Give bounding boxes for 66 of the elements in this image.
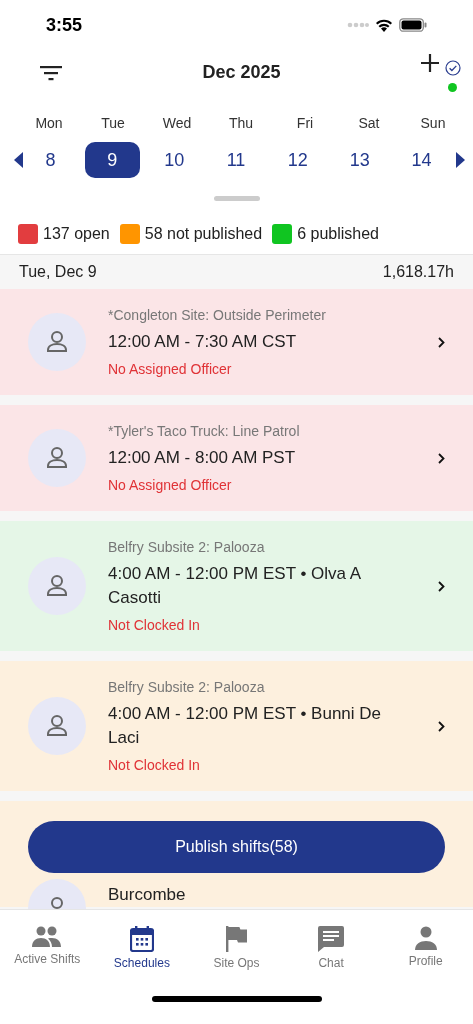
shift-site: *Tyler's Taco Truck: Line Patrol [108, 423, 300, 439]
filter-icon[interactable] [40, 64, 62, 81]
publish-button[interactable]: Publish shifts(58) [28, 821, 445, 873]
shift-alert-text: Not Clocked In [108, 617, 200, 633]
flag-icon [225, 926, 248, 952]
date-button[interactable]: 11 [208, 142, 264, 178]
weekday-label: Mon [34, 115, 64, 131]
avatar-icon [28, 429, 86, 487]
shift-site: Belfry Subsite 2: Palooza [108, 679, 265, 695]
weekday-label: Sun [419, 115, 447, 131]
shift-alert-text: No Assigned Officer [108, 477, 232, 493]
avatar-icon [28, 697, 86, 755]
tab[interactable]: Schedules [94, 926, 190, 996]
calendar-icon [129, 926, 154, 952]
shift-card[interactable]: *Congleton Site: Outside Perimeter 12:00 AM - 7:30 AM CST No Assigned Officer [0, 289, 473, 395]
shift-card[interactable]: Belfry Subsite 2: Palooza 4:00 AM - 12:00 PM EST • Olva A Casotti Not Clocked In [0, 521, 473, 651]
previous-week-icon[interactable] [14, 152, 23, 168]
shift-card[interactable]: Belfry Subsite 2: Palooza 4:00 AM - 12:00 PM EST • Bunni De Laci Not Clocked In [0, 661, 473, 791]
chevron-right-icon [438, 336, 445, 348]
tab[interactable]: Profile [378, 926, 473, 996]
weekday-label: Tue [100, 115, 126, 131]
shift-time: 12:00 AM - 7:30 AM CST [108, 331, 297, 353]
battery-icon [399, 18, 427, 32]
date-button[interactable]: 9 [84, 142, 140, 178]
chat-icon [318, 926, 345, 952]
shift-card[interactable]: *Tyler's Taco Truck: Line Patrol 12:00 AM - 8:00 AM PST No Assigned Officer [0, 405, 473, 511]
tab[interactable]: Chat [283, 926, 379, 996]
next-week-icon[interactable] [456, 152, 465, 168]
check-circle-icon[interactable] [445, 59, 461, 76]
weekday-label: Fri [295, 115, 315, 131]
legend-label: 137 open [43, 225, 110, 243]
chevron-right-icon [438, 580, 445, 592]
shift-alert-text: Not Clocked In [108, 757, 200, 773]
date-button[interactable]: 12 [270, 142, 326, 178]
day-hours: 1,618.17h [382, 263, 454, 281]
drag-handle[interactable] [213, 196, 260, 201]
add-icon[interactable] [421, 53, 439, 72]
wifi-icon [375, 18, 393, 32]
legend-label: 6 published [297, 225, 379, 243]
chevron-right-icon [438, 720, 445, 732]
shift-time: 4:00 AM - 12:00 PM EST • Olva A Casotti [108, 563, 362, 609]
person-icon [414, 926, 437, 950]
weekday-label: Wed [161, 115, 193, 131]
month-title: Dec 2025 [202, 62, 281, 83]
tab[interactable]: Site Ops [189, 926, 284, 996]
date-button[interactable]: 14 [394, 142, 449, 178]
shift-site: *Congleton Site: Outside Perimeter [108, 307, 326, 323]
legend-label: 58 not published [144, 225, 263, 243]
chevron-right-icon [438, 452, 445, 464]
weekday-label: Thu [227, 115, 255, 131]
weekday-label: Sat [357, 115, 381, 131]
shift-site: Belfry Subsite 2: Palooza [108, 539, 265, 555]
shift-alert-text: No Assigned Officer [108, 361, 232, 377]
avatar-icon [28, 557, 86, 615]
avatar-icon [28, 313, 86, 371]
shift-time: Burcombe [108, 884, 186, 906]
status-time: 3:55 [46, 14, 83, 36]
shift-time: 4:00 AM - 12:00 PM EST • Bunni De Laci [108, 703, 383, 749]
shift-time: 12:00 AM - 8:00 AM PST [108, 447, 296, 469]
date-button[interactable]: 10 [146, 142, 202, 178]
tab[interactable]: Active Shifts [0, 926, 95, 996]
day-date: Tue, Dec 9 [19, 263, 97, 281]
people-icon [32, 926, 63, 948]
date-button[interactable]: 8 [23, 142, 78, 178]
date-button[interactable]: 13 [332, 142, 388, 178]
signal-icon [347, 22, 369, 28]
